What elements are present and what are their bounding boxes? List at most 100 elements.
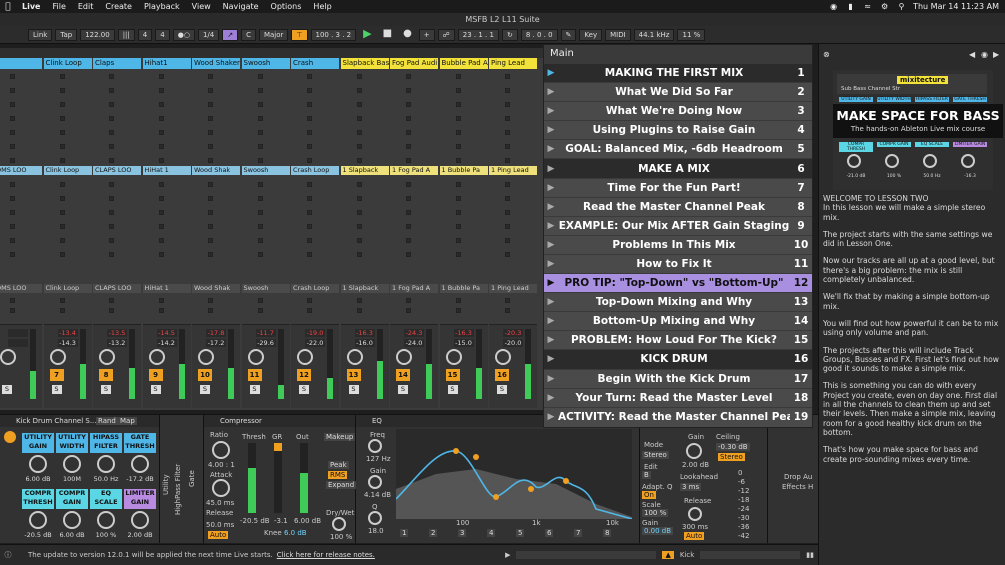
clip-slot-stop-icon[interactable] [109,238,114,243]
macro-knob[interactable] [97,511,115,529]
ratio-knob[interactable] [212,441,230,459]
track-header[interactable]: Bubble Pad A [439,58,488,69]
clip-slot-stop-icon[interactable] [208,74,213,79]
clip-slot-stop-icon[interactable] [59,252,65,257]
menu-edit[interactable]: Edit [72,2,100,11]
pan-knob[interactable] [148,349,165,365]
clip-slot-stop-icon[interactable] [10,144,15,149]
clip-slot-stop-icon[interactable] [10,210,15,215]
clip-slot-stop-icon[interactable] [356,298,362,303]
track-header[interactable]: Hihat1 [142,58,191,69]
menu-help[interactable]: Help [307,2,337,11]
eq-band-button[interactable]: 6 [545,529,554,537]
clip[interactable]: Swoosh [241,284,290,293]
track-peak[interactable]: -13.2 [107,339,127,347]
clip-slot-stop-icon[interactable] [505,144,510,149]
macro-label[interactable]: UTILITY GAIN [22,433,54,453]
track-volume[interactable]: -16.3 [453,329,474,337]
pan-knob[interactable] [0,349,16,365]
play-button[interactable]: ▶ [359,28,375,41]
clip-slot-stop-icon[interactable] [455,144,461,149]
adapt-q-on-button[interactable]: On [642,491,656,499]
clip-slot-stop-icon[interactable] [10,116,15,121]
clip-slot-stop-icon[interactable] [257,130,263,135]
clip[interactable]: CLAPS LOO [93,166,141,175]
clip-slot-stop-icon[interactable] [59,210,65,215]
clip-slot-stop-icon[interactable] [505,74,510,79]
track-peak[interactable]: -24.0 [404,339,424,347]
clip-slot-stop-icon[interactable] [10,238,15,243]
clip-slot-stop-icon[interactable] [455,298,461,303]
clip-slot-stop-icon[interactable] [59,88,65,93]
record-button[interactable]: ● [399,28,416,41]
release-notes-link[interactable]: Click here for release notes. [277,551,375,559]
clip-slot-stop-icon[interactable] [158,116,164,121]
track-volume[interactable] [8,329,28,337]
clip-slot-stop-icon[interactable] [505,308,510,313]
clip-slot-stop-icon[interactable] [307,252,312,257]
clip-slot-stop-icon[interactable] [406,144,411,149]
clip-slot-stop-icon[interactable] [10,158,15,163]
eq-band-button[interactable]: 1 [400,529,409,537]
clip-slot-stop-icon[interactable] [307,130,312,135]
stop-button[interactable]: ■ [379,28,396,41]
macro-label[interactable]: HIPASS FILTER [90,433,122,453]
clip[interactable]: OMS LOO [0,166,42,175]
quantization-select[interactable]: 1/4 [197,28,220,41]
track-peak[interactable]: -17.2 [206,339,226,347]
clip[interactable]: Wood Shak [192,166,240,175]
chapter-play-icon[interactable]: ▶ [544,164,558,174]
clip-slot-stop-icon[interactable] [158,210,164,215]
clip-slot-stop-icon[interactable] [257,74,263,79]
chapter-play-icon[interactable]: ▶ [544,374,558,384]
clip[interactable]: 1 Bubble Pa [439,284,488,293]
chapter-play-icon[interactable]: ▶ [544,335,558,345]
pan-knob[interactable] [49,349,66,365]
clip[interactable]: HiHat 1 [142,166,191,175]
clip-slot-stop-icon[interactable] [455,74,461,79]
auto-release-button[interactable]: Auto [208,531,229,539]
clip-slot-stop-icon[interactable] [307,224,312,229]
clip-slot-stop-icon[interactable] [109,144,114,149]
clip-slot-stop-icon[interactable] [356,144,362,149]
clip-slot-stop-icon[interactable] [356,252,362,257]
clip-slot-stop-icon[interactable] [10,224,15,229]
clip-slot-stop-icon[interactable] [406,210,411,215]
tap-button[interactable]: Tap [55,28,78,41]
macro-knob[interactable] [131,511,149,529]
eq-band-dot-4[interactable] [528,486,534,492]
map-button[interactable]: Map [118,417,137,425]
midi-map-button[interactable]: MIDI [605,28,631,41]
knee-value[interactable]: 6.0 dB [284,529,307,537]
chapter-row[interactable]: ▶ KICK DRUM 16 [544,349,812,369]
track-peak[interactable]: -14.2 [156,339,177,347]
loop-toggle-icon[interactable]: ↻ [501,28,518,41]
close-pane-icon[interactable]: ⊗ [823,50,830,59]
drywet-knob[interactable] [332,517,346,531]
clip-slot-stop-icon[interactable] [109,74,114,79]
track-volume[interactable]: -19.0 [305,329,325,337]
macro-label[interactable]: COMPR THRESH [22,489,54,509]
chapter-play-icon[interactable]: ▶ [544,259,558,269]
clip-slot-stop-icon[interactable] [356,116,362,121]
clip-slot-stop-icon[interactable] [208,88,213,93]
track-volume[interactable]: -20.3 [503,329,523,337]
clip-slot-stop-icon[interactable] [307,308,312,313]
clip[interactable]: 1 Fog Pad A [390,166,438,175]
track-peak[interactable]: -16.0 [354,339,375,347]
clip-slot-stop-icon[interactable] [356,238,362,243]
clip-slot-stop-icon[interactable] [10,88,15,93]
clip-slot-stop-icon[interactable] [406,130,411,135]
clip-slot-stop-icon[interactable] [109,88,114,93]
clip-slot-stop-icon[interactable] [505,298,510,303]
eq-band-button[interactable]: 2 [429,529,438,537]
clip-slot-stop-icon[interactable] [455,116,461,121]
chapter-play-icon[interactable]: ▶ [544,278,558,288]
chapter-row[interactable]: ▶ How to Fix It 11 [544,253,812,273]
clip-slot-stop-icon[interactable] [59,182,65,187]
solo-button[interactable]: S [249,385,260,394]
clip-slot-stop-icon[interactable] [208,144,213,149]
clip-slot-stop-icon[interactable] [257,116,263,121]
clip-slot-stop-icon[interactable] [109,308,114,313]
clip-slot-stop-icon[interactable] [505,158,510,163]
